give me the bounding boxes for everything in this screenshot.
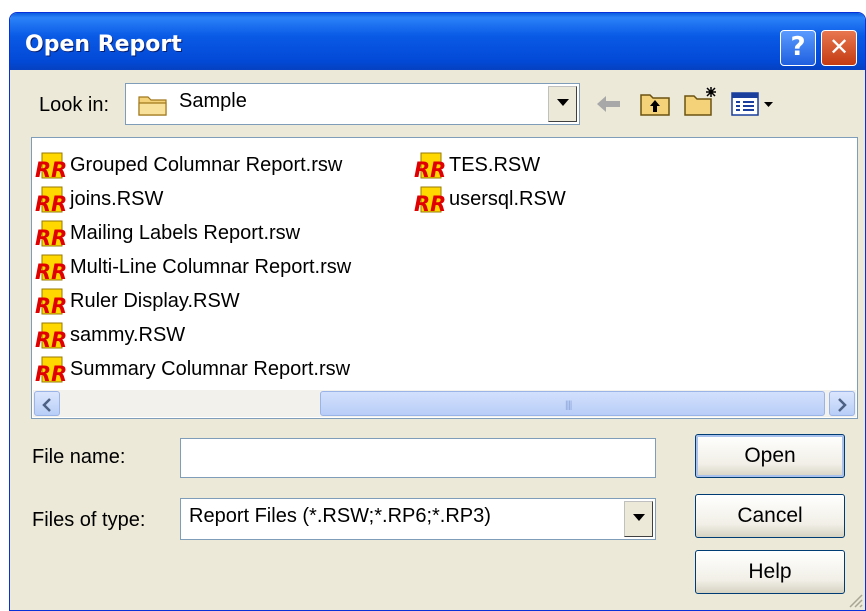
open-report-dialog: Open Report ? ✕ Look in: Sample RR Group… [9, 12, 866, 611]
report-file-icon: RR [35, 322, 67, 350]
svg-text:RR: RR [414, 192, 446, 214]
file-list[interactable]: RR Grouped Columnar Report.rsw RR joins.… [31, 137, 858, 419]
svg-text:RR: RR [35, 328, 67, 350]
new-folder-icon[interactable] [683, 85, 719, 117]
svg-text:RR: RR [35, 260, 67, 282]
report-file-icon: RR [414, 152, 446, 180]
svg-text:RR: RR [35, 192, 67, 214]
file-name: joins.RSW [70, 188, 164, 210]
title-help-button[interactable]: ? [780, 30, 816, 66]
up-folder-icon[interactable] [639, 89, 671, 117]
scroll-grip-icon: |||| [565, 400, 572, 411]
file-name-label: File name: [32, 446, 126, 468]
report-file-icon: RR [35, 356, 67, 384]
file-name: Mailing Labels Report.rsw [70, 222, 301, 244]
svg-text:RR: RR [35, 226, 67, 248]
scroll-thumb[interactable]: |||| [320, 391, 825, 416]
report-file-icon: RR [35, 152, 67, 180]
svg-text:RR: RR [414, 158, 446, 180]
svg-text:RR: RR [35, 158, 67, 180]
report-file-icon: RR [35, 254, 67, 282]
files-of-type-value: Report Files (*.RSW;*.RP6;*.RP3) [189, 505, 491, 527]
chevron-down-icon [557, 99, 569, 106]
window-title: Open Report [25, 32, 182, 57]
file-name: Grouped Columnar Report.rsw [70, 154, 343, 176]
look-in-dropdown-arrow[interactable] [548, 86, 577, 122]
look-in-combo[interactable]: Sample [125, 83, 580, 125]
files-of-type-dropdown-arrow[interactable] [624, 501, 653, 537]
report-file-icon: RR [35, 220, 67, 248]
help-button[interactable]: Help [695, 550, 845, 594]
chevron-right-icon [838, 398, 847, 412]
file-name: usersql.RSW [449, 188, 566, 210]
file-name: TES.RSW [449, 154, 541, 176]
cancel-button[interactable]: Cancel [695, 494, 845, 538]
file-name: sammy.RSW [70, 324, 186, 346]
chevron-left-icon [42, 398, 51, 412]
svg-text:RR: RR [35, 362, 67, 384]
look-in-label: Look in: [39, 94, 110, 116]
close-button[interactable]: ✕ [821, 30, 857, 66]
title-bar[interactable]: Open Report ? ✕ [10, 13, 865, 70]
look-in-value: Sample [179, 90, 247, 112]
report-file-icon: RR [414, 186, 446, 214]
chevron-down-icon [633, 514, 645, 521]
file-name: Multi-Line Columnar Report.rsw [70, 256, 352, 278]
file-name-input[interactable] [180, 438, 656, 478]
open-button[interactable]: Open [695, 434, 845, 478]
scroll-left-button[interactable] [34, 391, 60, 416]
report-file-icon: RR [35, 186, 67, 214]
files-of-type-combo[interactable]: Report Files (*.RSW;*.RP6;*.RP3) [180, 498, 656, 540]
report-file-icon: RR [35, 288, 67, 316]
file-name: Ruler Display.RSW [70, 290, 240, 312]
svg-text:RR: RR [35, 294, 67, 316]
scroll-right-button[interactable] [829, 391, 855, 416]
file-name: Summary Columnar Report.rsw [70, 358, 351, 380]
resize-grip-icon[interactable] [847, 592, 863, 608]
back-arrow-icon[interactable] [595, 93, 623, 115]
horizontal-scrollbar[interactable]: |||| [33, 390, 856, 417]
folder-icon [138, 96, 167, 116]
files-of-type-label: Files of type: [32, 509, 146, 531]
view-menu-icon[interactable] [730, 91, 776, 117]
